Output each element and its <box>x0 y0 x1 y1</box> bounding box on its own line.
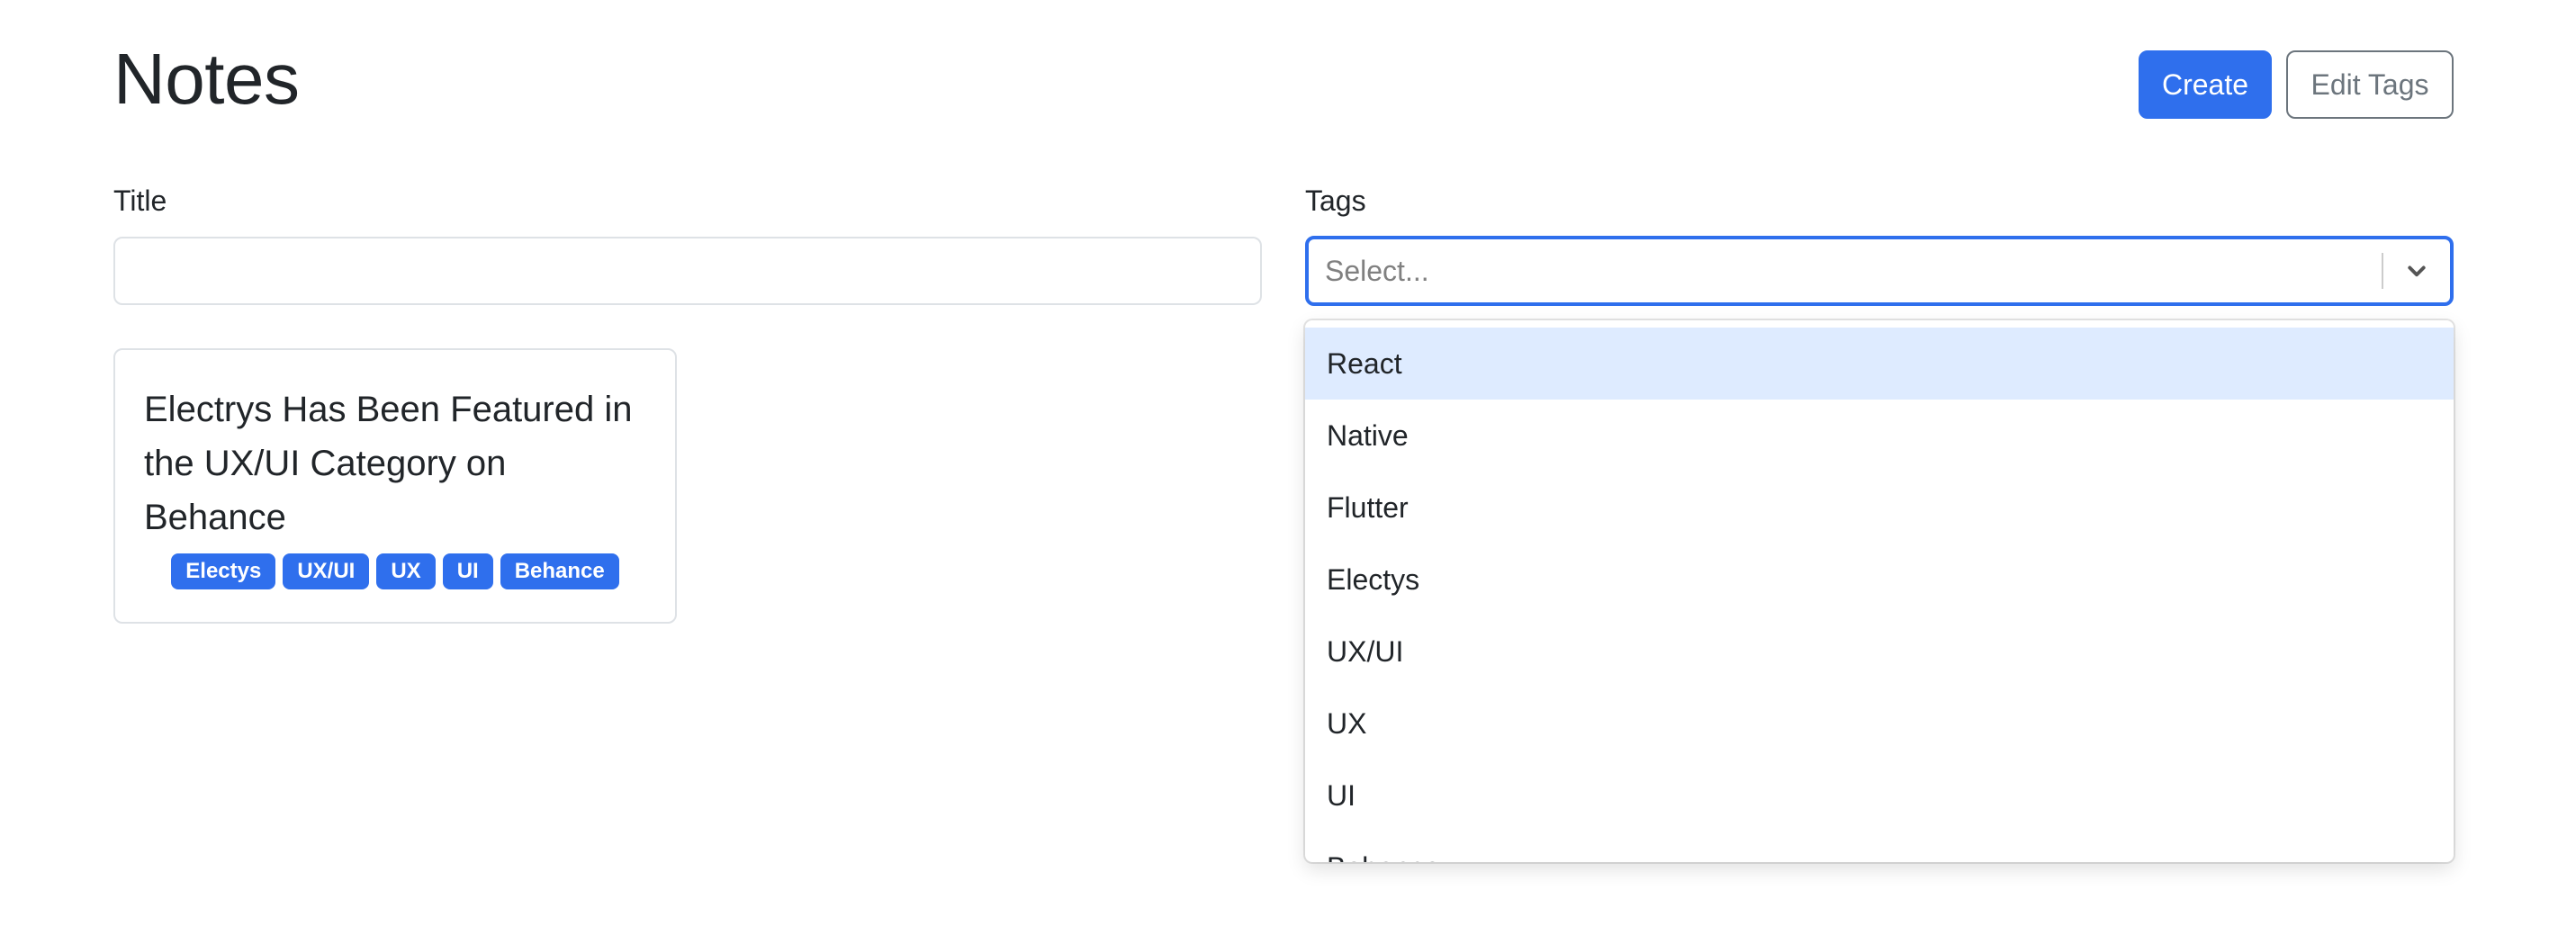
edit-tags-button[interactable]: Edit Tags <box>2286 50 2454 119</box>
tag-badge: UX <box>376 553 436 589</box>
dropdown-option-react[interactable]: React <box>1305 328 2454 400</box>
dropdown-option-electys[interactable]: Electys <box>1305 544 2454 616</box>
page-title: Notes <box>113 39 300 119</box>
chevron-down-icon[interactable] <box>2383 239 2450 302</box>
title-input[interactable] <box>113 237 1262 305</box>
note-title: Electrys Has Been Featured in the UX/UI … <box>144 390 633 537</box>
dropdown-option-ui[interactable]: UI <box>1305 760 2454 832</box>
dropdown-option-native[interactable]: Native <box>1305 400 2454 472</box>
tags-select-placeholder: Select... <box>1325 254 1429 287</box>
dropdown-option-behance[interactable]: Behance <box>1305 832 2454 863</box>
tag-badge: Electys <box>171 553 276 589</box>
tag-badge: Behance <box>500 553 619 589</box>
tags-label: Tags <box>1305 184 1366 217</box>
tag-badge: UX/UI <box>283 553 370 589</box>
note-card[interactable]: Electrys Has Been Featured in the UX/UI … <box>113 348 677 624</box>
title-label: Title <box>113 184 167 217</box>
dropdown-option-ux[interactable]: UX <box>1305 688 2454 760</box>
tags-dropdown-menu: React Native Flutter Electys UX/UI UX UI… <box>1305 320 2454 862</box>
create-button[interactable]: Create <box>2139 50 2272 119</box>
tags-select[interactable]: Select... <box>1305 236 2454 306</box>
dropdown-option-flutter[interactable]: Flutter <box>1305 472 2454 544</box>
tag-badge: UI <box>442 553 493 589</box>
dropdown-option-ux-ui[interactable]: UX/UI <box>1305 616 2454 688</box>
note-tag-list: Electys UX/UI UX UI Behance <box>144 553 646 589</box>
